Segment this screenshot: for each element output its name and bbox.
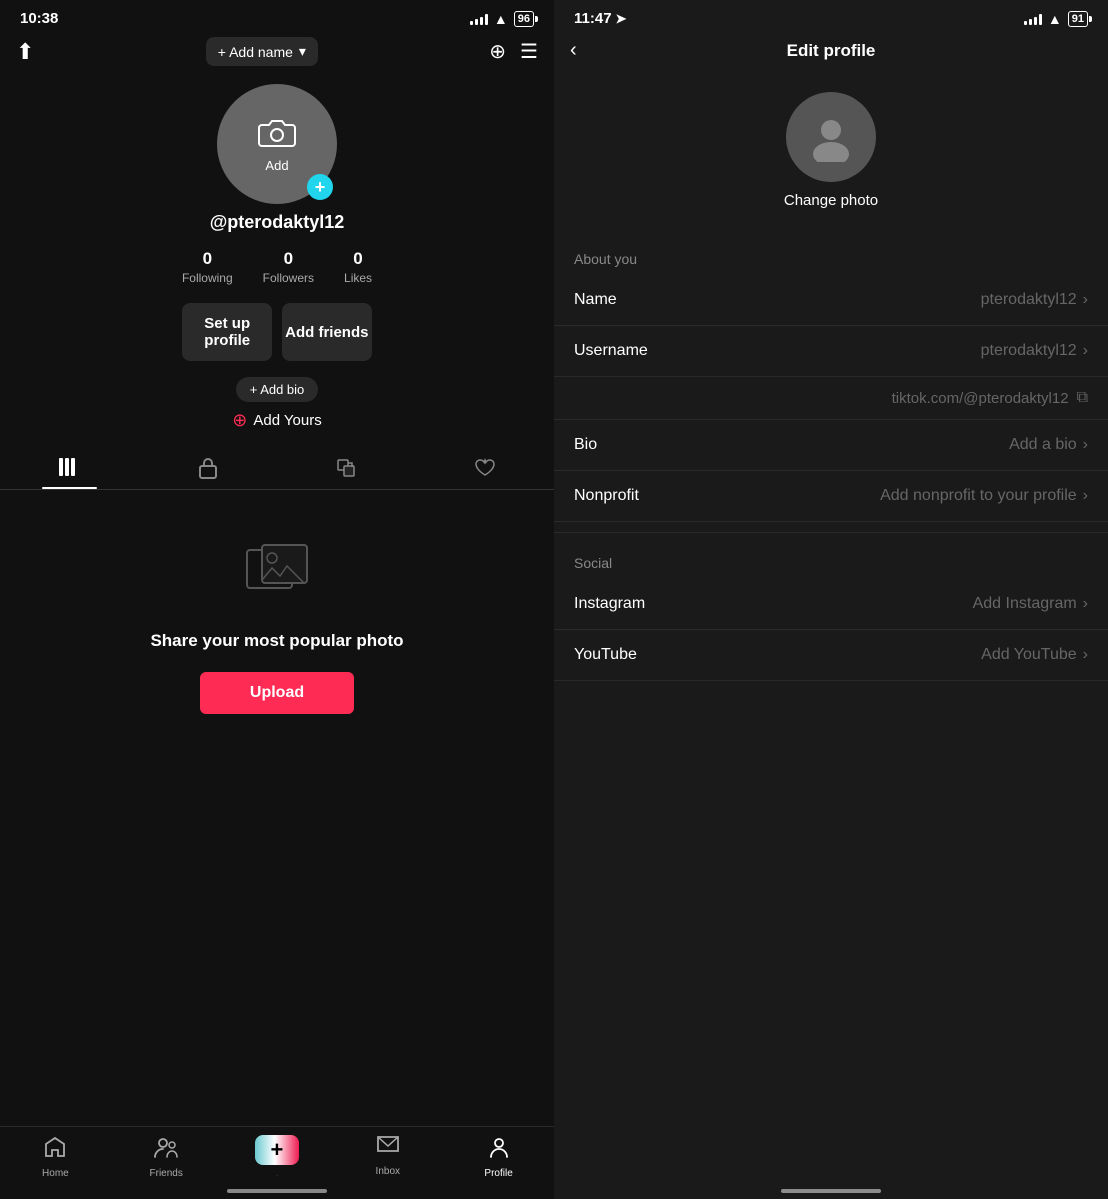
right-status-right: ▲ 91 <box>1024 11 1088 27</box>
bio-chevron-icon: › <box>1083 436 1088 454</box>
signal-icon <box>470 13 488 25</box>
youtube-row[interactable]: YouTube Add YouTube › <box>554 630 1108 681</box>
followers-stat[interactable]: 0 Followers <box>263 249 314 285</box>
menu-icon[interactable]: ☰ <box>520 39 538 64</box>
tab-lock[interactable] <box>139 447 278 489</box>
tiktok-link-text: tiktok.com/@pterodaktyl12 <box>892 390 1069 407</box>
tab-grid[interactable] <box>0 447 139 489</box>
instagram-value: Add Instagram <box>684 595 1077 613</box>
nonprofit-value: Add nonprofit to your profile <box>684 487 1077 505</box>
add-friends-button[interactable]: Add friends <box>282 303 372 361</box>
tiktok-link-row[interactable]: tiktok.com/@pterodaktyl12 ⧉ <box>554 377 1108 420</box>
right-topbar: ‹ Edit profile <box>554 33 1108 72</box>
about-you-label: About you <box>554 239 1108 275</box>
bio-row[interactable]: Bio Add a bio › <box>554 420 1108 471</box>
youtube-chevron-icon: › <box>1083 646 1088 664</box>
right-status-bar: 11:47 ➤ ▲ 91 <box>554 0 1108 33</box>
setup-profile-button[interactable]: Set up profile <box>182 303 272 361</box>
change-photo-label: Change photo <box>784 192 878 209</box>
friends-icon <box>153 1135 179 1165</box>
name-label: Name <box>574 291 684 309</box>
content-area: Share your most popular photo Upload <box>0 490 554 734</box>
home-label: Home <box>42 1168 69 1179</box>
tab-repost[interactable] <box>277 447 416 489</box>
add-name-button[interactable]: + Add name ▾ <box>206 37 318 66</box>
left-time: 10:38 <box>20 10 58 27</box>
profile-center: Add + @pterodaktyl12 0 Following 0 Follo… <box>0 74 554 447</box>
youtube-label: YouTube <box>574 646 684 664</box>
camera-icon <box>258 116 296 156</box>
likes-stat[interactable]: 0 Likes <box>344 249 372 285</box>
username-row[interactable]: Username pterodaktyl12 › <box>554 326 1108 377</box>
home-indicator-left <box>227 1189 327 1193</box>
location-icon: ➤ <box>616 11 627 27</box>
right-wifi-icon: ▲ <box>1048 11 1062 27</box>
section-divider <box>554 532 1108 533</box>
share-photo-text: Share your most popular photo <box>150 630 403 652</box>
wifi-icon: ▲ <box>494 11 508 27</box>
right-time: 11:47 ➤ <box>574 10 626 27</box>
right-battery-indicator: 91 <box>1068 11 1088 27</box>
nonprofit-label: Nonprofit <box>574 487 684 505</box>
home-indicator-right <box>781 1189 881 1193</box>
battery-indicator: 96 <box>514 11 534 27</box>
stats-row: 0 Following 0 Followers 0 Likes <box>182 249 372 285</box>
add-photo-badge[interactable]: + <box>307 174 333 200</box>
nav-home[interactable]: Home <box>0 1135 111 1179</box>
right-screen: 11:47 ➤ ▲ 91 ‹ Edit profile <box>554 0 1108 1199</box>
right-signal-icon <box>1024 13 1042 25</box>
bio-label: Bio <box>574 436 684 454</box>
edit-profile-title: Edit profile <box>610 41 1052 61</box>
avatar-wrapper[interactable]: Add + <box>217 84 337 204</box>
nav-create[interactable]: . <box>222 1135 333 1179</box>
nonprofit-row[interactable]: Nonprofit Add nonprofit to your profile … <box>554 471 1108 522</box>
edit-avatar-section[interactable]: Change photo <box>554 72 1108 239</box>
home-icon <box>43 1135 67 1165</box>
name-row[interactable]: Name pterodaktyl12 › <box>554 275 1108 326</box>
left-status-bar: 10:38 ▲ 96 <box>0 0 554 33</box>
social-label: Social <box>554 543 1108 579</box>
photo-placeholder-icon <box>242 540 312 614</box>
nav-profile[interactable]: Profile <box>443 1135 554 1179</box>
name-chevron-icon: › <box>1083 291 1088 309</box>
profile-nav-label: Profile <box>484 1168 512 1179</box>
username-value: pterodaktyl12 <box>684 342 1077 360</box>
instagram-row[interactable]: Instagram Add Instagram › <box>554 579 1108 630</box>
inbox-label: Inbox <box>376 1166 400 1177</box>
username-label: Username <box>574 342 684 360</box>
left-topbar: ⬆ + Add name ▾ ⊕ ☰ <box>0 33 554 74</box>
left-status-right: ▲ 96 <box>470 11 534 27</box>
username: @pterodaktyl12 <box>210 212 345 233</box>
create-button[interactable] <box>255 1135 299 1165</box>
bio-value: Add a bio <box>684 436 1077 454</box>
instagram-label: Instagram <box>574 595 684 613</box>
profile-buttons: Set up profile Add friends <box>166 303 387 361</box>
share-icon[interactable]: ⬆ <box>16 39 34 65</box>
upload-button[interactable]: Upload <box>200 672 354 714</box>
nonprofit-chevron-icon: › <box>1083 487 1088 505</box>
add-bio-button[interactable]: + Add bio <box>236 377 319 402</box>
youtube-value: Add YouTube <box>684 646 1077 664</box>
dropdown-arrow-icon: ▾ <box>299 43 306 60</box>
copy-icon[interactable]: ⧉ <box>1077 389 1088 407</box>
back-button[interactable]: ‹ <box>570 39 610 62</box>
inbox-icon <box>376 1135 400 1163</box>
nav-friends[interactable]: Friends <box>111 1135 222 1179</box>
add-yours-row[interactable]: ⊕ Add Yours <box>232 410 322 431</box>
profile-nav-icon <box>487 1135 511 1165</box>
left-screen: 10:38 ▲ 96 ⬆ + Add name ▾ ⊕ ☰ <box>0 0 554 1199</box>
instagram-chevron-icon: › <box>1083 595 1088 613</box>
tab-liked[interactable] <box>416 447 555 489</box>
following-stat[interactable]: 0 Following <box>182 249 233 285</box>
top-right-icons: ⊕ ☰ <box>489 39 538 64</box>
username-chevron-icon: › <box>1083 342 1088 360</box>
edit-avatar <box>786 92 876 182</box>
tabs-row <box>0 447 554 490</box>
create-label: . <box>276 1168 279 1179</box>
name-value: pterodaktyl12 <box>684 291 1077 309</box>
add-yours-icon: ⊕ <box>232 410 247 431</box>
discover-icon[interactable]: ⊕ <box>489 39 506 64</box>
nav-inbox[interactable]: Inbox <box>332 1135 443 1179</box>
friends-label: Friends <box>150 1168 183 1179</box>
